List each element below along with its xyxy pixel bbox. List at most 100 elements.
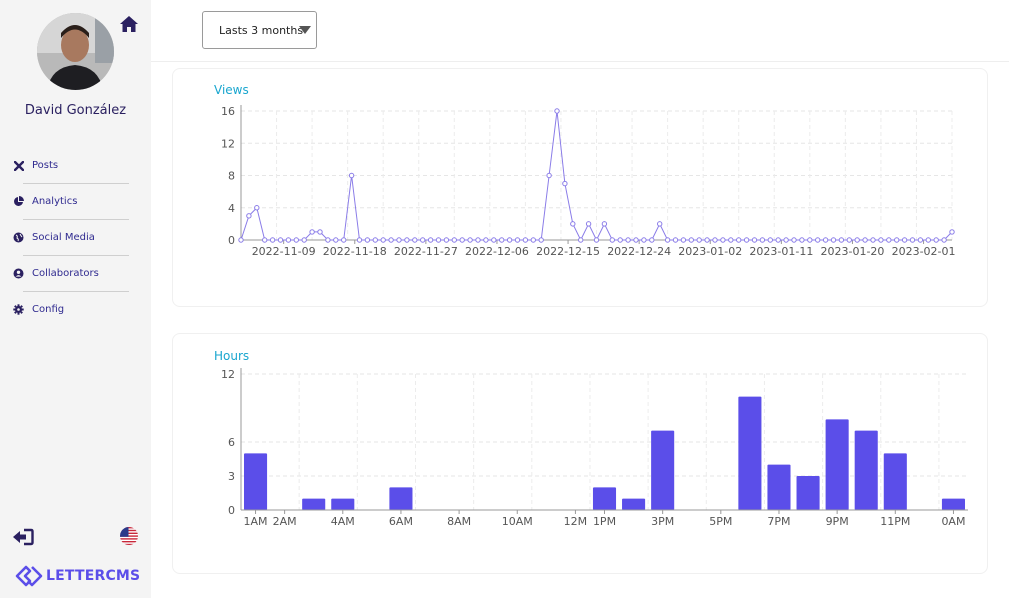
logo-text: LETTERCMS bbox=[46, 568, 141, 584]
views-point bbox=[641, 237, 647, 243]
x-tick-label: 7PM bbox=[767, 515, 790, 528]
hours-card: Hours 0 3 6 12 1AM 2AM 4AM 6AM 8AM 10AM 12M 1PM 3PM 5… bbox=[172, 333, 988, 574]
y-tick-label: 8 bbox=[228, 170, 235, 183]
views-point bbox=[451, 237, 457, 243]
sidebar-item-collaborators[interactable]: Collaborators bbox=[0, 256, 151, 291]
views-point bbox=[514, 237, 521, 243]
views-point bbox=[554, 108, 560, 114]
x-tick-label: 2022-11-27 bbox=[394, 245, 458, 258]
views-point bbox=[325, 237, 331, 243]
views-point bbox=[570, 221, 576, 227]
hours-bar bbox=[854, 430, 878, 510]
y-tick-label: 6 bbox=[228, 436, 235, 449]
sidebar-item-social-media[interactable]: Social Media bbox=[0, 220, 151, 255]
views-point bbox=[364, 237, 371, 243]
views-chart: 0 4 8 12 16 2022-11-09 2022-11-18 2022-11-27 202… bbox=[221, 105, 956, 258]
views-point bbox=[917, 237, 924, 243]
views-point bbox=[522, 237, 529, 243]
hours-chart: 0 3 6 12 1AM 2AM 4AM 6AM 8AM 10AM 12M 1PM 3PM 5PM 7PM 9… bbox=[221, 368, 968, 528]
views-point bbox=[751, 237, 758, 243]
views-point bbox=[625, 237, 631, 243]
views-point bbox=[838, 237, 845, 243]
views-point bbox=[949, 229, 955, 235]
views-point bbox=[775, 237, 781, 243]
sidebar-item-label: Posts bbox=[32, 160, 59, 171]
close-x-icon bbox=[13, 160, 24, 171]
views-point bbox=[609, 237, 615, 243]
hours-bar bbox=[622, 498, 646, 510]
views-point bbox=[317, 229, 323, 235]
views-point bbox=[491, 237, 497, 243]
hours-bar bbox=[738, 396, 762, 510]
x-tick-label: 4AM bbox=[331, 515, 355, 528]
views-point bbox=[601, 221, 608, 227]
x-tick-label: 3PM bbox=[651, 515, 674, 528]
hours-bar bbox=[592, 487, 617, 510]
views-point bbox=[886, 237, 892, 243]
views-point bbox=[388, 237, 394, 243]
views-point bbox=[909, 237, 916, 243]
sidebar-item-config[interactable]: Config bbox=[0, 292, 151, 327]
views-point bbox=[341, 237, 347, 243]
hours-bar bbox=[331, 498, 355, 510]
views-point bbox=[870, 237, 876, 243]
hours-bar bbox=[767, 464, 791, 510]
views-point bbox=[649, 237, 655, 243]
x-tick-label: 5PM bbox=[709, 515, 732, 528]
views-point bbox=[672, 237, 679, 243]
sidebar-item-analytics[interactable]: Analytics bbox=[0, 184, 151, 219]
views-point bbox=[435, 237, 442, 243]
views-point bbox=[396, 237, 402, 243]
views-point bbox=[696, 237, 702, 243]
x-tick-label: 2022-12-06 bbox=[465, 245, 529, 258]
views-point bbox=[475, 237, 481, 243]
views-point bbox=[767, 237, 773, 243]
views-point bbox=[293, 237, 300, 243]
views-point bbox=[483, 237, 489, 243]
views-point bbox=[617, 237, 623, 243]
user-circle-icon bbox=[13, 268, 24, 279]
logo-mark-icon bbox=[15, 565, 43, 587]
views-point bbox=[530, 237, 536, 243]
sidebar-item-label: Social Media bbox=[32, 232, 95, 243]
views-point bbox=[633, 237, 639, 243]
x-tick-label: 1PM bbox=[593, 515, 616, 528]
views-point bbox=[901, 237, 908, 243]
avatar[interactable] bbox=[37, 13, 114, 90]
views-point bbox=[459, 237, 465, 243]
us-flag-icon[interactable] bbox=[120, 527, 138, 545]
views-point bbox=[830, 237, 837, 243]
lettercms-logo: LETTERCMS bbox=[15, 565, 140, 587]
hours-bar bbox=[651, 430, 675, 510]
views-point bbox=[420, 237, 426, 243]
chevron-down-icon bbox=[299, 26, 311, 34]
views-point bbox=[506, 237, 513, 243]
x-tick-label: 9PM bbox=[826, 515, 849, 528]
y-tick-label: 3 bbox=[228, 470, 235, 483]
x-tick-label: 1AM bbox=[244, 515, 268, 528]
period-select[interactable]: Lasts 3 months bbox=[202, 11, 317, 49]
x-tick-label: 11PM bbox=[880, 515, 910, 528]
sidebar-item-label: Config bbox=[32, 304, 65, 315]
views-point bbox=[664, 237, 671, 243]
views-point bbox=[657, 221, 663, 227]
x-tick-label: 2023-02-01 bbox=[892, 245, 956, 258]
views-point bbox=[704, 237, 710, 243]
y-tick-label: 12 bbox=[221, 137, 235, 150]
views-point bbox=[301, 237, 307, 243]
sidebar-item-posts[interactable]: Posts bbox=[0, 148, 151, 183]
views-point bbox=[759, 237, 766, 243]
x-tick-label: 2023-01-11 bbox=[749, 245, 813, 258]
views-point bbox=[783, 237, 789, 243]
sidebar-item-label: Analytics bbox=[32, 196, 78, 207]
views-point bbox=[799, 237, 805, 243]
views-point bbox=[822, 237, 829, 243]
views-point bbox=[791, 237, 797, 243]
home-icon[interactable] bbox=[119, 15, 139, 33]
views-point bbox=[736, 237, 742, 243]
sidebar-item-label: Collaborators bbox=[32, 268, 99, 279]
views-point bbox=[925, 237, 931, 243]
logout-icon[interactable] bbox=[12, 528, 34, 546]
views-point bbox=[538, 237, 544, 243]
x-tick-label: 8AM bbox=[447, 515, 471, 528]
